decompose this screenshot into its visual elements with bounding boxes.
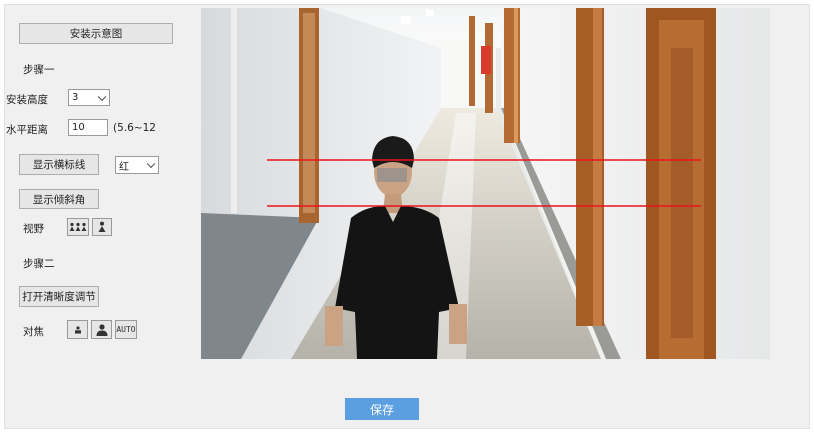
view-label: 视野 [23,223,44,235]
three-people-icon [69,222,87,231]
camera-preview[interactable] [201,8,770,359]
install-height-label: 安装高度 [6,94,48,106]
chevron-down-icon [146,159,156,169]
horizontal-distance-label: 水平距离 [6,124,48,136]
focus-auto-button[interactable]: AUTO [115,320,137,339]
step2-label: 步骤二 [23,258,55,270]
narrow-view-button[interactable] [92,218,112,236]
show-ruler-button[interactable]: 显示横标线 [19,154,99,175]
install-height-select[interactable]: 3 [68,89,110,106]
ruler-color-value: 红 [119,161,129,173]
ruler-color-select[interactable]: 红 [115,156,159,174]
wide-view-button[interactable] [67,218,89,236]
show-tilt-angle-button[interactable]: 显示倾斜角 [19,189,99,209]
install-height-value: 3 [72,92,79,103]
focus-near-button[interactable] [67,320,88,339]
focus-far-button[interactable] [91,320,112,339]
open-clarity-adjust-button[interactable]: 打开清晰度调节 [19,286,99,307]
person-small-icon [74,325,81,333]
save-button[interactable]: 保存 [345,398,419,420]
focus-label: 对焦 [23,326,44,338]
horizontal-distance-input[interactable]: 10 [68,119,108,136]
install-diagram-button[interactable]: 安装示意图 [19,23,173,44]
person-large-icon [96,323,107,336]
chevron-down-icon [97,92,107,101]
step1-label: 步骤一 [23,64,55,76]
distance-range-text: (5.6~12.6 [113,122,157,134]
corridor-scene-image [201,8,770,359]
single-person-icon [98,221,106,232]
